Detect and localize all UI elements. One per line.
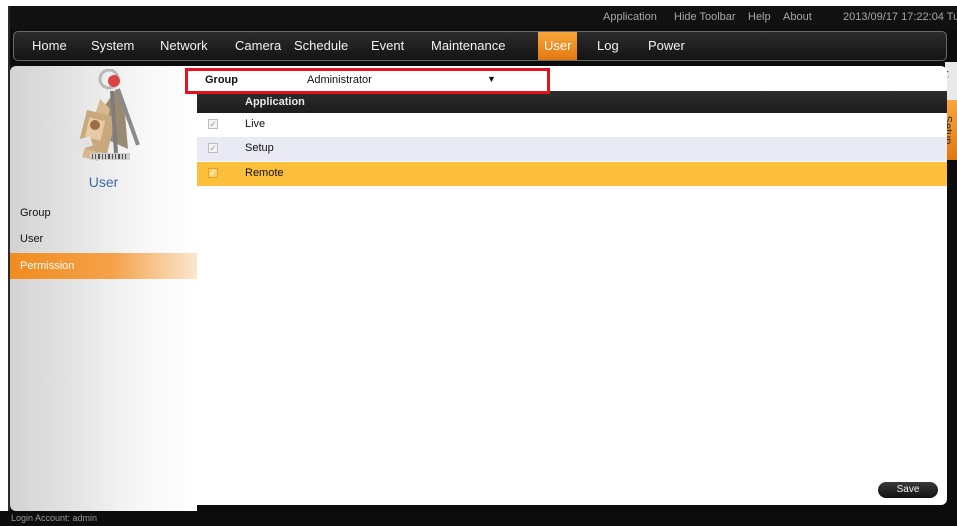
nav-item-log[interactable]: Log [597,32,619,60]
sidebar-item-group[interactable]: Group [10,200,197,226]
nav-item-camera[interactable]: Camera [235,32,281,60]
toolbar-link-about[interactable]: About [783,11,812,23]
application-header: Application [197,91,947,113]
login-account-text: Login Account: admin [11,513,98,523]
application-header-label: Application [245,96,305,108]
annotation-highlight-box [185,68,550,94]
sidebar-item-user[interactable]: User [10,226,197,252]
top-toolbar: Application Hide Toolbar Help About 2013… [10,6,957,30]
toolbar-link-hide-toolbar[interactable]: Hide Toolbar [674,11,736,23]
nav-item-home[interactable]: Home [32,32,67,60]
toolbar-link-help[interactable]: Help [748,11,771,23]
sidebar-item-permission[interactable]: Permission [10,253,197,279]
nav-item-network[interactable]: Network [160,32,208,60]
permission-label-setup: Setup [245,142,274,154]
setup-checkbox[interactable]: ✓ [208,143,218,153]
toolbar-datetime: 2013/09/17 17:22:04 Tue [843,11,957,23]
toolbar-link-application[interactable]: Application [603,11,657,23]
nav-item-system[interactable]: System [91,32,134,60]
permission-label-live: Live [245,118,266,130]
main-nav: Home System Network Camera Schedule Even… [13,31,947,61]
nav-item-power[interactable]: Power [648,32,685,60]
nav-item-schedule[interactable]: Schedule [294,32,348,60]
live-checkbox[interactable]: ✓ [208,119,218,129]
permission-row-live: ✓ Live [197,113,947,137]
nav-item-event[interactable]: Event [371,32,404,60]
save-button[interactable]: Save [878,482,938,498]
sidebar-title: User [88,174,119,190]
remote-checkbox[interactable]: ✓ [208,168,218,178]
permission-panel: Group Administrator ▼ Application ✓ Live… [197,66,947,505]
nav-item-user[interactable]: User [538,32,578,60]
permission-row-setup: ✓ Setup [197,137,947,161]
nav-item-maintenance[interactable]: Maintenance [431,32,505,60]
keys-badge-icon [68,69,140,161]
status-bar: Login Account: admin [0,511,957,526]
sidebar: User Group User Permission [10,66,197,511]
permission-label-remote: Remote [245,167,284,179]
permission-row-remote: ✓ Remote [197,162,947,186]
